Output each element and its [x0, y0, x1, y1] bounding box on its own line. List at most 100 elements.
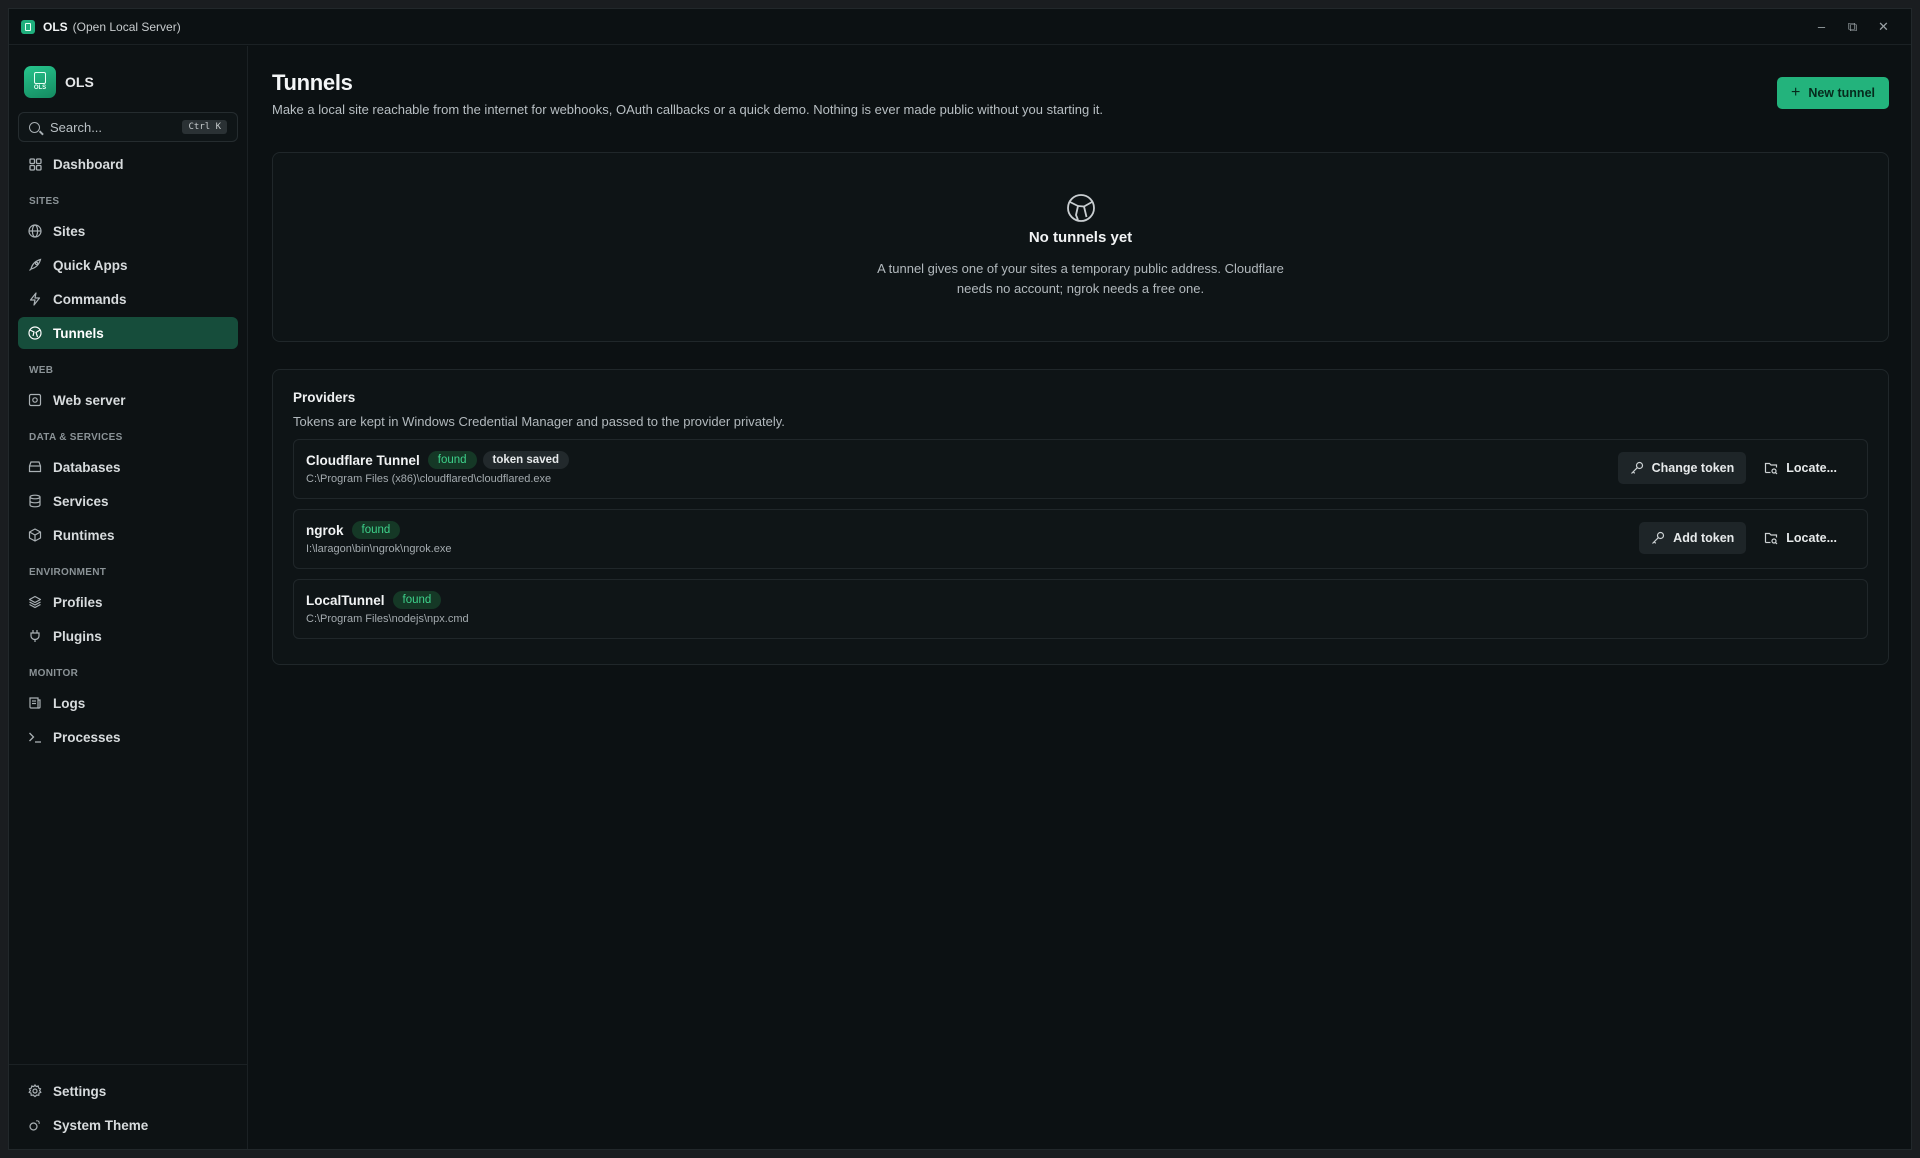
locate-button[interactable]: Locate... [1752, 452, 1849, 484]
provider-row-localtunnel: LocalTunnel found C:\Program Files\nodej… [293, 579, 1868, 639]
section-sites: SITES [29, 196, 60, 207]
sidebar-item-processes[interactable]: Processes [18, 721, 238, 753]
sidebar-item-label: System Theme [53, 1117, 149, 1133]
page-header: Tunnels Make a local site reachable from… [272, 70, 1103, 117]
key-icon [1630, 461, 1644, 475]
sidebar-item-label: Sites [53, 223, 86, 239]
page-title: Tunnels [272, 70, 353, 95]
sidebar-item-logs[interactable]: Logs [18, 687, 238, 719]
sidebar-footer: Settings System Theme [9, 1064, 247, 1149]
search-icon [29, 121, 40, 133]
new-tunnel-button[interactable]: + New tunnel [1776, 77, 1889, 109]
add-token-label: Add token [1673, 531, 1735, 545]
lightning-icon [28, 292, 42, 306]
change-token-label: Change token [1651, 461, 1735, 475]
sidebar-item-settings[interactable]: Settings [18, 1075, 238, 1107]
sidebar: OLS OLS Search... Ctrl K Dashboard SITES… [9, 46, 248, 1149]
status-badge: found [427, 451, 477, 469]
minimize-icon[interactable]: – [1806, 19, 1837, 35]
empty-state-text: A tunnel gives one of your sites a tempo… [877, 261, 1284, 296]
sidebar-item-plugins[interactable]: Plugins [18, 620, 238, 652]
sidebar-item-label: Quick Apps [53, 257, 128, 273]
sidebar-item-label: Logs [53, 695, 86, 711]
locate-label: Locate... [1786, 531, 1837, 545]
row-actions: Add token Locate... [1639, 522, 1849, 554]
tunnel-globe-icon [28, 326, 42, 340]
status-badge: found [392, 591, 442, 609]
sidebar-item-profiles[interactable]: Profiles [18, 586, 238, 618]
nav-menu: Dashboard SITES Sites Quick Apps Command [9, 148, 247, 753]
search-input[interactable]: Search... Ctrl K [18, 112, 238, 142]
globe-icon [28, 224, 42, 238]
section-data-services: DATA & SERVICES [29, 432, 123, 443]
sidebar-item-theme[interactable]: System Theme [18, 1109, 238, 1141]
sidebar-item-label: Settings [53, 1083, 107, 1099]
change-token-button[interactable]: Change token [1617, 452, 1747, 484]
section-environment: ENVIRONMENT [29, 567, 107, 578]
database-icon [28, 460, 42, 474]
sidebar-item-quick-apps[interactable]: Quick Apps [18, 249, 238, 281]
provider-row-ngrok: ngrok found I:\laragon\bin\ngrok\ngrok.e… [293, 509, 1868, 569]
window-title: OLS [43, 19, 68, 34]
restore-icon[interactable]: ⧉ [1837, 19, 1868, 35]
terminal-icon [28, 730, 42, 744]
page-description: Make a local site reachable from the int… [272, 102, 1103, 117]
empty-state-title: No tunnels yet [1028, 229, 1133, 246]
close-icon[interactable]: ✕ [1868, 19, 1899, 35]
logo-text: OLS [33, 85, 47, 91]
rocket-icon [28, 258, 42, 272]
cube-icon [28, 528, 42, 542]
layers-icon [28, 595, 42, 609]
empty-state-card: No tunnels yet A tunnel gives one of you… [272, 152, 1889, 342]
window-controls: – ⧉ ✕ [1806, 19, 1899, 35]
folder-search-icon [1764, 531, 1778, 545]
main-content: Tunnels Make a local site reachable from… [249, 46, 1911, 1149]
status-badge: found [351, 521, 401, 539]
provider-name: Cloudflare Tunnel [306, 452, 420, 468]
sidebar-item-services[interactable]: Services [18, 485, 238, 517]
add-token-button[interactable]: Add token [1639, 522, 1747, 554]
search-placeholder: Search... [50, 119, 103, 135]
dashboard-icon [28, 157, 42, 171]
sidebar-item-label: Dashboard [53, 156, 124, 172]
services-icon [28, 494, 42, 508]
plug-icon [28, 629, 42, 643]
brand: OLS OLS [9, 46, 247, 102]
providers-card: Providers Tokens are kept in Windows Cre… [272, 369, 1889, 665]
providers-description: Tokens are kept in Windows Credential Ma… [293, 414, 785, 429]
plus-icon: + [1790, 84, 1801, 101]
sidebar-item-commands[interactable]: Commands [18, 283, 238, 315]
sidebar-item-sites[interactable]: Sites [18, 215, 238, 247]
sidebar-item-label: Profiles [53, 594, 103, 610]
sidebar-item-label: Processes [53, 729, 121, 745]
sidebar-item-tunnels[interactable]: Tunnels [18, 317, 238, 349]
server-icon [28, 393, 42, 407]
provider-name: ngrok [306, 522, 344, 538]
key-icon [1651, 531, 1665, 545]
app-window: OLS (Open Local Server) – ⧉ ✕ OLS OLS Se… [8, 8, 1912, 1150]
row-actions: Change token Locate... [1617, 452, 1849, 484]
search-shortcut: Ctrl K [182, 120, 227, 134]
sidebar-item-label: Databases [53, 459, 121, 475]
sidebar-item-web-server[interactable]: Web server [18, 384, 238, 416]
providers-title: Providers [293, 390, 356, 405]
brand-name: OLS [65, 73, 94, 90]
folder-search-icon [1764, 461, 1778, 475]
window-subtitle: (Open Local Server) [72, 19, 181, 34]
new-tunnel-label: New tunnel [1808, 86, 1875, 100]
section-monitor: MONITOR [29, 668, 79, 679]
sidebar-item-runtimes[interactable]: Runtimes [18, 519, 238, 551]
token-badge: token saved [482, 451, 570, 469]
theme-icon [28, 1118, 42, 1132]
sidebar-item-label: Commands [53, 291, 127, 307]
locate-label: Locate... [1786, 461, 1837, 475]
sidebar-item-label: Plugins [53, 628, 102, 644]
sidebar-item-label: Runtimes [53, 527, 115, 543]
sidebar-item-dashboard[interactable]: Dashboard [18, 148, 238, 180]
logo-icon: OLS [24, 65, 56, 98]
sidebar-item-databases[interactable]: Databases [18, 451, 238, 483]
provider-row-cloudflare: Cloudflare Tunnel found token saved C:\P… [293, 439, 1868, 499]
globe-icon [1066, 193, 1096, 223]
logs-icon [28, 696, 42, 710]
locate-button[interactable]: Locate... [1752, 522, 1849, 554]
